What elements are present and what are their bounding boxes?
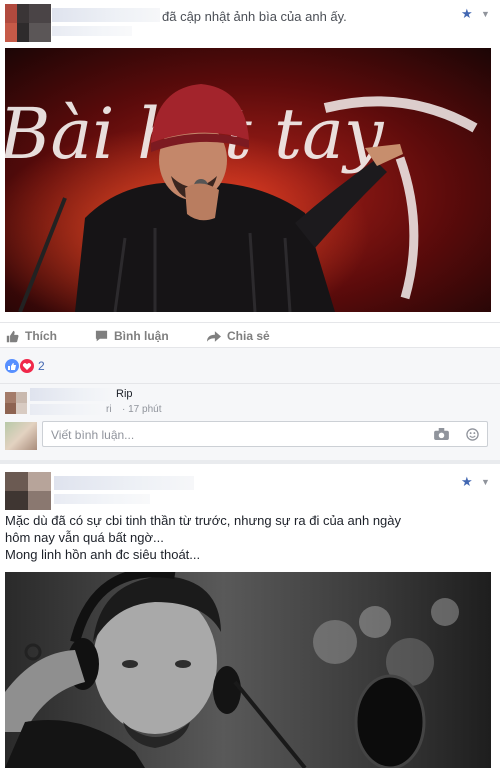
post-action-bar: Thích Bình luận Chia sẻ xyxy=(0,322,500,350)
author-name-redacted[interactable] xyxy=(54,476,194,490)
comment-text: Rip xyxy=(116,388,133,400)
avatar[interactable] xyxy=(5,4,51,42)
post-header-text: đã cập nhật ảnh bìa của anh ấy. xyxy=(162,9,347,24)
post-photo[interactable]: Bài hát tay xyxy=(5,48,491,312)
studio-photo-illustration xyxy=(5,572,491,768)
chevron-down-icon[interactable]: ▼ xyxy=(481,477,490,487)
star-icon[interactable]: ★ xyxy=(461,474,473,490)
author-name-redacted[interactable] xyxy=(52,8,160,22)
reactions-summary[interactable]: 2 xyxy=(0,347,500,383)
comment-input-placeholder: Viết bình luận... xyxy=(51,428,135,442)
commenter-name-redacted[interactable] xyxy=(30,388,114,401)
post-photo[interactable] xyxy=(5,572,491,768)
comment-icon xyxy=(95,330,108,342)
like-reaction-icon xyxy=(5,359,19,373)
avatar[interactable] xyxy=(5,472,51,510)
love-reaction-icon xyxy=(20,359,34,373)
post-timestamp-redacted[interactable] xyxy=(54,494,150,504)
camera-icon[interactable] xyxy=(434,428,449,440)
share-button-label: Chia sẻ xyxy=(227,329,270,343)
current-user-avatar[interactable] xyxy=(5,422,37,450)
comment-name-fragment: ri xyxy=(106,404,112,415)
commenter-avatar[interactable] xyxy=(5,392,27,414)
comment-timestamp[interactable]: · 17 phút xyxy=(122,404,161,415)
share-arrow-icon xyxy=(207,330,221,342)
like-button[interactable]: Thích xyxy=(6,329,57,343)
share-button[interactable]: Chia sẻ xyxy=(207,329,270,343)
reaction-count: 2 xyxy=(38,359,45,373)
post-body-line: Mặc dù đã có sự cbi tinh thần từ trước, … xyxy=(5,513,402,528)
post-timestamp-redacted[interactable] xyxy=(52,26,132,36)
like-button-label: Thích xyxy=(25,329,57,343)
emoji-icon[interactable] xyxy=(466,428,479,441)
post-body-text: Mặc dù đã có sự cbi tinh thần từ trước, … xyxy=(5,512,495,563)
thumbs-up-icon xyxy=(6,330,19,342)
feed-post-2: ★ ▼ Mặc dù đã có sự cbi tinh thần từ trư… xyxy=(0,464,500,768)
star-icon[interactable]: ★ xyxy=(461,6,473,22)
post-body-line: hôm nay vẫn quá bất ngờ... xyxy=(5,530,164,545)
comment-meta-redacted xyxy=(30,404,104,415)
feed-post-1: đã cập nhật ảnh bìa của anh ấy. ★ ▼ Bài … xyxy=(0,0,500,460)
singer-photo-illustration: Bài hát tay xyxy=(5,48,491,312)
comment-input[interactable]: Viết bình luận... xyxy=(42,421,488,447)
chevron-down-icon[interactable]: ▼ xyxy=(481,9,490,19)
comment-button-label: Bình luận xyxy=(114,329,169,343)
post-body-line: Mong linh hồn anh đc siêu thoát... xyxy=(5,547,201,562)
comment-button[interactable]: Bình luận xyxy=(95,329,169,343)
